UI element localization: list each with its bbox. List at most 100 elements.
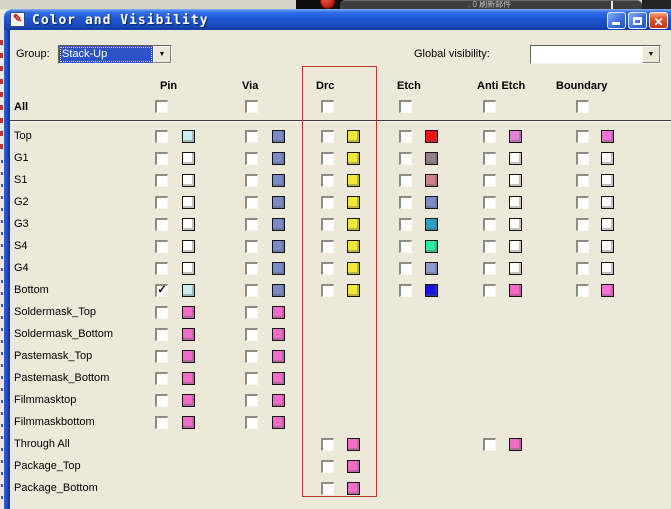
pin-checkbox[interactable] — [155, 350, 168, 363]
etch-checkbox[interactable] — [399, 284, 412, 297]
boundary-checkbox[interactable] — [576, 218, 589, 231]
boundary-checkbox[interactable] — [576, 174, 589, 187]
etch-checkbox[interactable] — [399, 174, 412, 187]
all-drc-checkbox[interactable] — [321, 100, 334, 113]
boundary-color-swatch[interactable] — [601, 262, 614, 275]
pin-color-swatch[interactable] — [182, 306, 195, 319]
etch-color-swatch[interactable] — [425, 240, 438, 253]
anti-etch-checkbox[interactable] — [483, 196, 496, 209]
drc-color-swatch[interactable] — [347, 174, 360, 187]
via-color-swatch[interactable] — [272, 328, 285, 341]
etch-checkbox[interactable] — [399, 262, 412, 275]
pin-color-swatch[interactable] — [182, 284, 195, 297]
via-color-swatch[interactable] — [272, 240, 285, 253]
via-checkbox[interactable] — [245, 174, 258, 187]
all-etch-checkbox[interactable] — [399, 100, 412, 113]
via-color-swatch[interactable] — [272, 350, 285, 363]
via-color-swatch[interactable] — [272, 284, 285, 297]
anti-etch-checkbox[interactable] — [483, 262, 496, 275]
drc-color-swatch[interactable] — [347, 152, 360, 165]
boundary-color-swatch[interactable] — [601, 218, 614, 231]
drc-color-swatch[interactable] — [347, 438, 360, 451]
via-checkbox[interactable] — [245, 372, 258, 385]
pin-checkbox[interactable] — [155, 218, 168, 231]
pin-checkbox[interactable] — [155, 262, 168, 275]
drc-color-swatch[interactable] — [347, 262, 360, 275]
etch-color-swatch[interactable] — [425, 130, 438, 143]
via-checkbox[interactable] — [245, 196, 258, 209]
pin-color-swatch[interactable] — [182, 174, 195, 187]
pin-checkbox[interactable] — [155, 416, 168, 429]
drc-checkbox[interactable] — [321, 240, 334, 253]
pin-checkbox[interactable] — [155, 196, 168, 209]
anti-etch-checkbox[interactable] — [483, 438, 496, 451]
boundary-color-swatch[interactable] — [601, 152, 614, 165]
via-checkbox[interactable] — [245, 416, 258, 429]
anti-etch-color-swatch[interactable] — [509, 174, 522, 187]
pin-checkbox[interactable]: ✓ — [155, 284, 168, 297]
via-checkbox[interactable] — [245, 284, 258, 297]
chevron-down-icon[interactable]: ▼ — [153, 46, 171, 63]
etch-checkbox[interactable] — [399, 218, 412, 231]
anti-etch-color-swatch[interactable] — [509, 218, 522, 231]
pin-color-swatch[interactable] — [182, 240, 195, 253]
via-checkbox[interactable] — [245, 152, 258, 165]
via-color-swatch[interactable] — [272, 152, 285, 165]
maximize-button[interactable] — [628, 12, 647, 29]
via-color-swatch[interactable] — [272, 372, 285, 385]
boundary-color-swatch[interactable] — [601, 284, 614, 297]
pin-color-swatch[interactable] — [182, 262, 195, 275]
pin-checkbox[interactable] — [155, 240, 168, 253]
pin-checkbox[interactable] — [155, 372, 168, 385]
etch-checkbox[interactable] — [399, 240, 412, 253]
pin-checkbox[interactable] — [155, 152, 168, 165]
via-checkbox[interactable] — [245, 240, 258, 253]
pin-checkbox[interactable] — [155, 306, 168, 319]
drc-checkbox[interactable] — [321, 284, 334, 297]
via-color-swatch[interactable] — [272, 196, 285, 209]
drc-color-swatch[interactable] — [347, 218, 360, 231]
boundary-checkbox[interactable] — [576, 240, 589, 253]
boundary-color-swatch[interactable] — [601, 130, 614, 143]
drc-color-swatch[interactable] — [347, 482, 360, 495]
close-button[interactable]: ✕ — [649, 12, 668, 29]
boundary-checkbox[interactable] — [576, 152, 589, 165]
via-checkbox[interactable] — [245, 328, 258, 341]
drc-checkbox[interactable] — [321, 460, 334, 473]
pin-color-swatch[interactable] — [182, 152, 195, 165]
boundary-color-swatch[interactable] — [601, 240, 614, 253]
etch-color-swatch[interactable] — [425, 284, 438, 297]
drc-checkbox[interactable] — [321, 482, 334, 495]
via-color-swatch[interactable] — [272, 416, 285, 429]
via-checkbox[interactable] — [245, 218, 258, 231]
anti-etch-checkbox[interactable] — [483, 218, 496, 231]
anti-etch-color-swatch[interactable] — [509, 240, 522, 253]
pin-checkbox[interactable] — [155, 130, 168, 143]
drc-color-swatch[interactable] — [347, 130, 360, 143]
anti-etch-checkbox[interactable] — [483, 284, 496, 297]
via-checkbox[interactable] — [245, 350, 258, 363]
all-anti-etch-checkbox[interactable] — [483, 100, 496, 113]
via-color-swatch[interactable] — [272, 394, 285, 407]
via-checkbox[interactable] — [245, 130, 258, 143]
global-visibility-dropdown[interactable]: ▼ — [530, 45, 661, 64]
group-dropdown[interactable]: Stack-Up ▼ — [58, 45, 172, 64]
drc-checkbox[interactable] — [321, 262, 334, 275]
title-bar[interactable]: ✎ Color and Visibility ✕ — [4, 9, 671, 30]
anti-etch-checkbox[interactable] — [483, 240, 496, 253]
etch-color-swatch[interactable] — [425, 152, 438, 165]
anti-etch-color-swatch[interactable] — [509, 262, 522, 275]
pin-color-swatch[interactable] — [182, 416, 195, 429]
via-color-swatch[interactable] — [272, 218, 285, 231]
all-via-checkbox[interactable] — [245, 100, 258, 113]
boundary-checkbox[interactable] — [576, 262, 589, 275]
pin-color-swatch[interactable] — [182, 328, 195, 341]
pin-color-swatch[interactable] — [182, 350, 195, 363]
via-color-swatch[interactable] — [272, 174, 285, 187]
boundary-color-swatch[interactable] — [601, 196, 614, 209]
pin-checkbox[interactable] — [155, 394, 168, 407]
via-checkbox[interactable] — [245, 306, 258, 319]
anti-etch-color-swatch[interactable] — [509, 438, 522, 451]
anti-etch-color-swatch[interactable] — [509, 196, 522, 209]
etch-checkbox[interactable] — [399, 196, 412, 209]
